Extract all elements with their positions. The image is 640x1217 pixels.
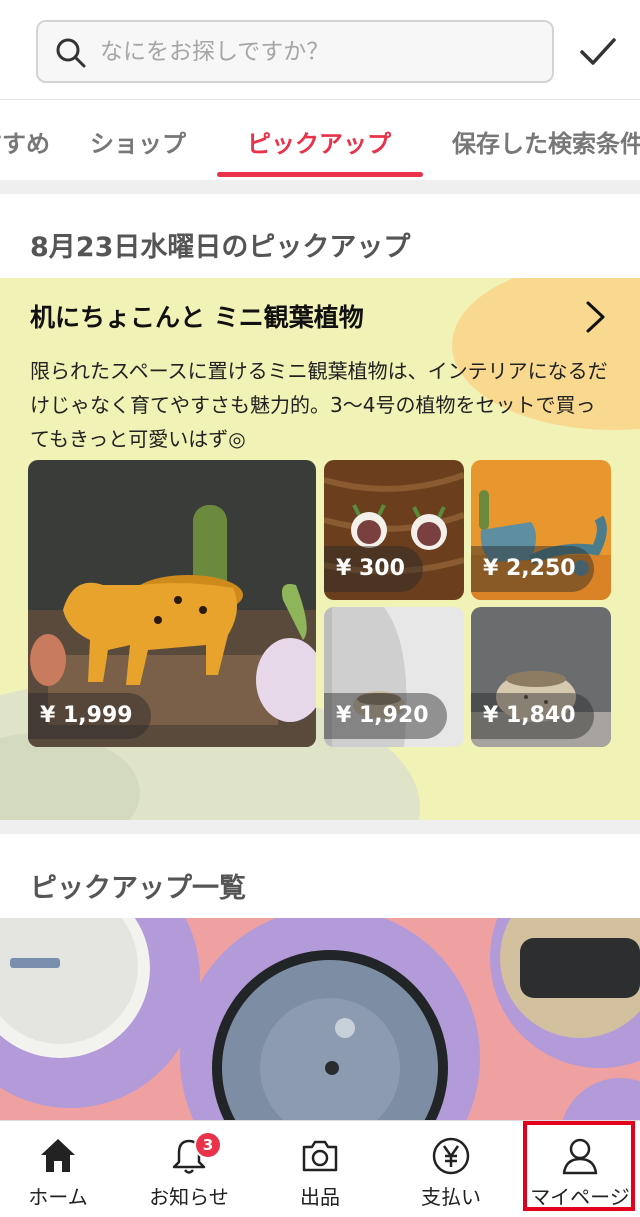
robot-vacuum-banner-image xyxy=(0,918,640,1120)
product-thumbnail[interactable]: ¥ 300 xyxy=(324,460,464,600)
price-label: ¥ 1,999 xyxy=(28,693,151,739)
tab-pickup[interactable]: ピックアップ xyxy=(247,124,391,159)
nav-notifications-label: お知らせ xyxy=(149,1185,229,1209)
search-header xyxy=(0,0,640,100)
yen-icon xyxy=(432,1137,470,1175)
tab-shop[interactable]: ショップ xyxy=(90,124,186,159)
nav-sell[interactable]: 出品 xyxy=(256,1121,384,1217)
divider xyxy=(0,180,640,194)
product-thumbnail[interactable]: ¥ 1,920 xyxy=(324,607,464,747)
price-label: ¥ 2,250 xyxy=(471,546,594,592)
highlight-box xyxy=(523,1121,635,1211)
nav-payments-label: 支払い xyxy=(421,1185,481,1209)
pickup-description: 限られたスペースに置けるミニ観葉植物は、インテリアになるだけじゃなく育てやすさも… xyxy=(30,359,608,451)
pickup-section-title: 8月23日水曜日のピックアップ xyxy=(30,232,411,263)
chevron-right-icon[interactable] xyxy=(580,300,610,334)
search-box[interactable] xyxy=(36,20,554,83)
product-thumbnail[interactable]: ¥ 2,250 xyxy=(471,460,611,600)
notification-badge: 3 xyxy=(194,1131,222,1159)
pickup-list-title: ピックアップ一覧 xyxy=(30,873,246,904)
tab-bar: すすめ ショップ ピックアップ 保存した検索条件 xyxy=(0,100,640,180)
active-tab-indicator xyxy=(217,172,423,177)
price-label: ¥ 300 xyxy=(324,546,423,592)
camera-icon xyxy=(302,1140,338,1172)
price-label: ¥ 1,840 xyxy=(471,693,594,739)
tab-saved-searches[interactable]: 保存した検索条件 xyxy=(452,124,640,159)
pickup-list-banner[interactable] xyxy=(0,918,640,1120)
product-thumbnail[interactable]: ¥ 1,840 xyxy=(471,607,611,747)
nav-sell-label: 出品 xyxy=(300,1185,340,1209)
nav-home[interactable]: ホーム xyxy=(0,1121,122,1217)
price-label: ¥ 1,920 xyxy=(324,693,447,739)
pickup-card-title[interactable]: 机にちょこんと ミニ観葉植物 xyxy=(30,298,364,334)
product-thumbnail[interactable]: ¥ 1,999 xyxy=(28,460,316,747)
search-icon xyxy=(56,38,86,68)
nav-home-label: ホーム xyxy=(28,1185,88,1209)
pickup-card[interactable]: 机にちょこんと ミニ観葉植物 限られたスペースに置けるミニ観葉植物は、インテリア… xyxy=(0,278,640,820)
divider xyxy=(0,820,640,834)
tab-recommended[interactable]: すすめ xyxy=(0,124,50,159)
checkmark-icon[interactable] xyxy=(578,32,618,72)
home-icon xyxy=(41,1139,75,1172)
nav-notifications[interactable]: 3 お知らせ xyxy=(125,1121,253,1217)
search-input[interactable] xyxy=(100,22,540,81)
nav-payments[interactable]: 支払い xyxy=(387,1121,515,1217)
